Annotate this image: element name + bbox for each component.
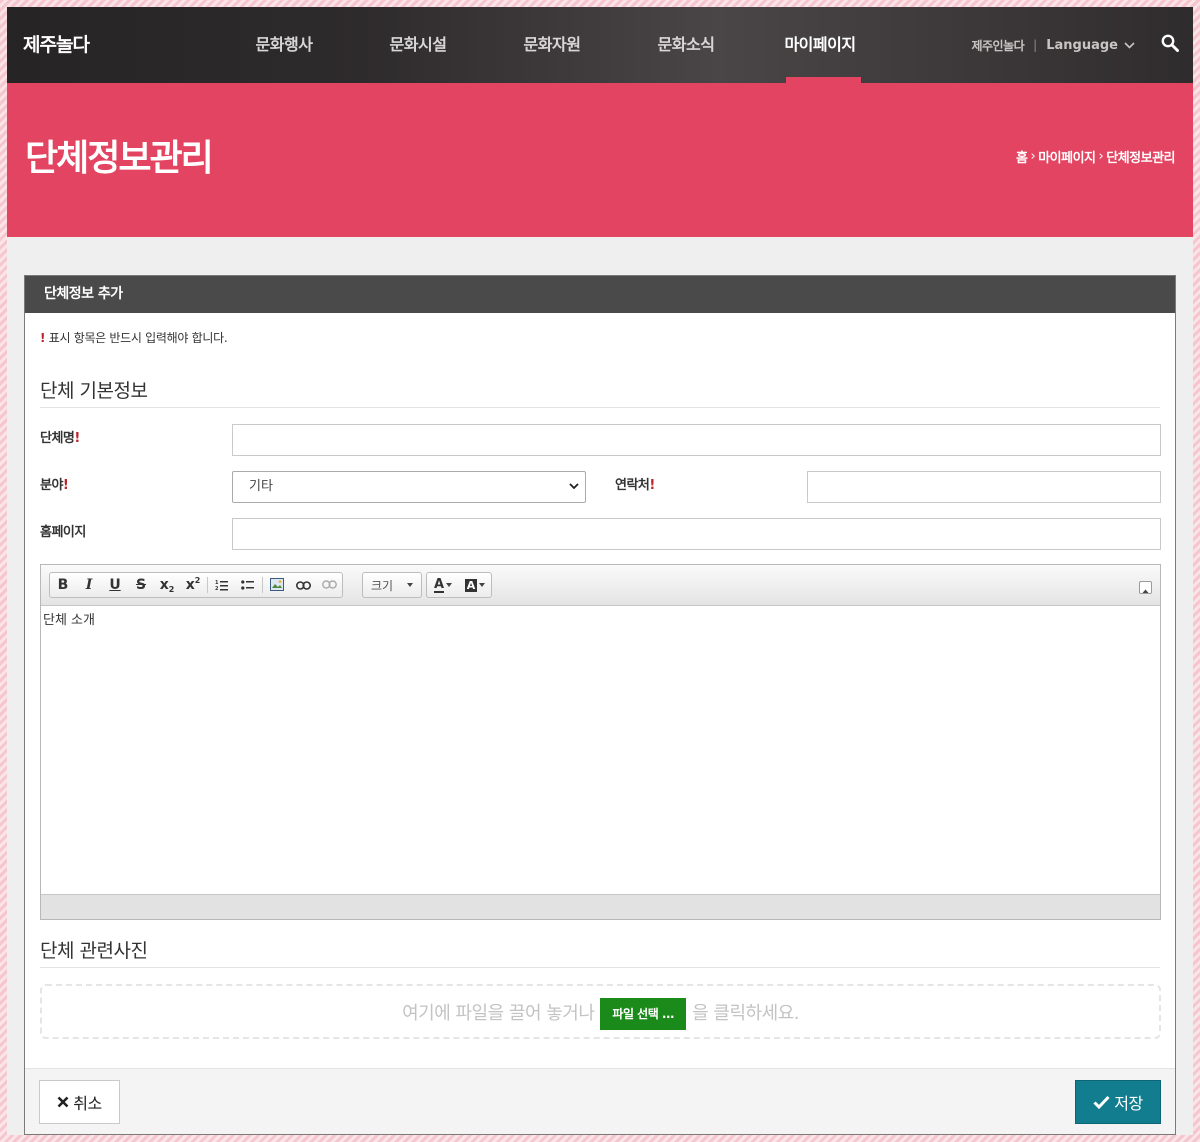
image-icon[interactable]: [264, 573, 290, 597]
breadcrumb-home[interactable]: 홈: [1016, 147, 1028, 166]
field-label: 분야!: [40, 474, 69, 493]
unordered-list-icon[interactable]: [235, 573, 261, 597]
top-nav: 제주놀다 문화행사 문화시설 문화자원 문화소식 마이페이지 제주인놀다 | L…: [7, 7, 1193, 83]
editor-toolbar: B I U S x2 x2 12 크기 A A: [41, 565, 1160, 606]
homepage-input[interactable]: [232, 518, 1161, 550]
contact-label: 연락처!: [615, 474, 655, 493]
toolbar-divider: [207, 577, 208, 593]
background-color-button[interactable]: A: [459, 573, 491, 597]
field-label-text: 분야: [40, 478, 63, 493]
collapse-toolbar-button[interactable]: [1139, 581, 1152, 594]
page-title: 단체정보관리: [25, 138, 214, 179]
breadcrumb-mypage[interactable]: 마이페이지: [1038, 147, 1096, 166]
underline-button[interactable]: U: [102, 573, 128, 597]
file-select-button[interactable]: 파일 선택 ...: [600, 997, 687, 1030]
save-label: 저장: [1114, 1094, 1143, 1113]
check-icon: [1093, 1095, 1110, 1109]
menu-item-news[interactable]: 문화소식: [619, 7, 753, 83]
chevron-down-icon: [1124, 41, 1135, 49]
util-links: 제주인놀다 | Language: [971, 33, 1179, 57]
editor-statusbar: [41, 894, 1160, 919]
section-basic-info: 단체 기본정보: [40, 376, 1160, 408]
homepage-label: 홈페이지: [40, 525, 86, 540]
save-button[interactable]: 저장: [1075, 1080, 1161, 1124]
language-selector[interactable]: Language: [1046, 38, 1135, 53]
required-note-text: 표시 항목은 반드시 입력해야 합니다.: [48, 331, 228, 345]
dropzone-text-before: 여기에 파일을 끌어 놓거나: [402, 1002, 595, 1024]
breadcrumb-separator-icon: ›: [1098, 149, 1104, 164]
superscript-button[interactable]: x2: [180, 573, 206, 597]
page-frame: 제주놀다 문화행사 문화시설 문화자원 문화소식 마이페이지 제주인놀다 | L…: [7, 7, 1193, 1135]
main-menu: 문화행사 문화시설 문화자원 문화소식 마이페이지: [217, 7, 887, 83]
group-name-label-text: 단체명: [40, 431, 75, 446]
logo-text: 제주놀다: [23, 34, 90, 56]
search-icon[interactable]: [1161, 34, 1179, 56]
caret-down-icon: [407, 583, 413, 587]
language-label: Language: [1046, 37, 1118, 53]
italic-button[interactable]: I: [76, 573, 102, 597]
cancel-button[interactable]: 취소: [39, 1080, 120, 1124]
breadcrumb-current: 단체정보관리: [1106, 151, 1175, 166]
group-name-input[interactable]: [232, 424, 1161, 456]
format-group: B I U S x2 x2 12: [49, 572, 343, 598]
bold-button[interactable]: B: [50, 573, 76, 597]
section-photos: 단체 관련사진: [40, 936, 1160, 968]
ordered-list-icon[interactable]: 12: [209, 573, 235, 597]
required-mark-icon: !: [40, 331, 46, 345]
field-select-value: 기타: [249, 479, 273, 494]
strikethrough-button[interactable]: S: [128, 573, 154, 597]
contact-label-text: 연락처: [615, 478, 650, 493]
required-note: ! 표시 항목은 반드시 입력해야 합니다.: [40, 329, 228, 346]
breadcrumb-separator-icon: ›: [1030, 149, 1036, 164]
svg-text:2: 2: [215, 586, 219, 591]
required-mark-icon: !: [649, 478, 655, 493]
menu-item-events[interactable]: 문화행사: [217, 7, 351, 83]
util-divider: |: [1033, 38, 1038, 52]
font-size-dropdown[interactable]: 크기: [363, 573, 421, 597]
text-color-button[interactable]: A: [427, 573, 459, 597]
color-group: A A: [426, 572, 492, 598]
subscript-button[interactable]: x2: [154, 573, 180, 597]
close-icon: [57, 1096, 69, 1108]
menu-item-mypage[interactable]: 마이페이지: [753, 7, 887, 83]
group-name-label: 단체명!: [40, 427, 80, 446]
menu-item-resources[interactable]: 문화자원: [485, 7, 619, 83]
group-form-panel: 단체정보 추가 ! 표시 항목은 반드시 입력해야 합니다. 단체 기본정보 단…: [24, 275, 1176, 1135]
link-icon[interactable]: [290, 573, 316, 597]
site-logo[interactable]: 제주놀다: [23, 27, 90, 67]
page-banner: 단체정보관리 홈 › 마이페이지 › 단체정보관리: [7, 83, 1193, 237]
chevron-down-icon: [569, 483, 579, 490]
photo-dropzone[interactable]: 여기에 파일을 끌어 놓거나 파일 선택 ... 을 클릭하세요.: [40, 984, 1161, 1039]
panel-header: 단체정보 추가: [25, 276, 1175, 313]
cancel-label: 취소: [73, 1094, 102, 1113]
util-link-jejuin[interactable]: 제주인놀다: [971, 37, 1024, 54]
caret-down-icon: [479, 583, 486, 587]
unlink-icon[interactable]: [316, 573, 342, 597]
caret-up-icon: [1142, 589, 1149, 593]
menu-item-facilities[interactable]: 문화시설: [351, 7, 485, 83]
required-mark-icon: !: [62, 478, 69, 493]
size-group: 크기: [362, 572, 422, 598]
panel-footer: 취소 저장: [25, 1068, 1175, 1134]
dropzone-text-after: 을 클릭하세요.: [692, 1002, 799, 1024]
editor-content-area[interactable]: 단체 소개: [41, 606, 1160, 894]
required-mark-icon: !: [74, 431, 80, 446]
field-select[interactable]: 기타: [232, 471, 586, 503]
contact-input[interactable]: [807, 471, 1161, 503]
caret-down-icon: [446, 583, 453, 587]
font-size-label: 크기: [371, 578, 394, 593]
breadcrumb: 홈 › 마이페이지 › 단체정보관리: [1016, 147, 1175, 166]
toolbar-divider: [262, 577, 263, 593]
intro-editor: B I U S x2 x2 12 크기 A A 단체 소개: [40, 564, 1161, 920]
